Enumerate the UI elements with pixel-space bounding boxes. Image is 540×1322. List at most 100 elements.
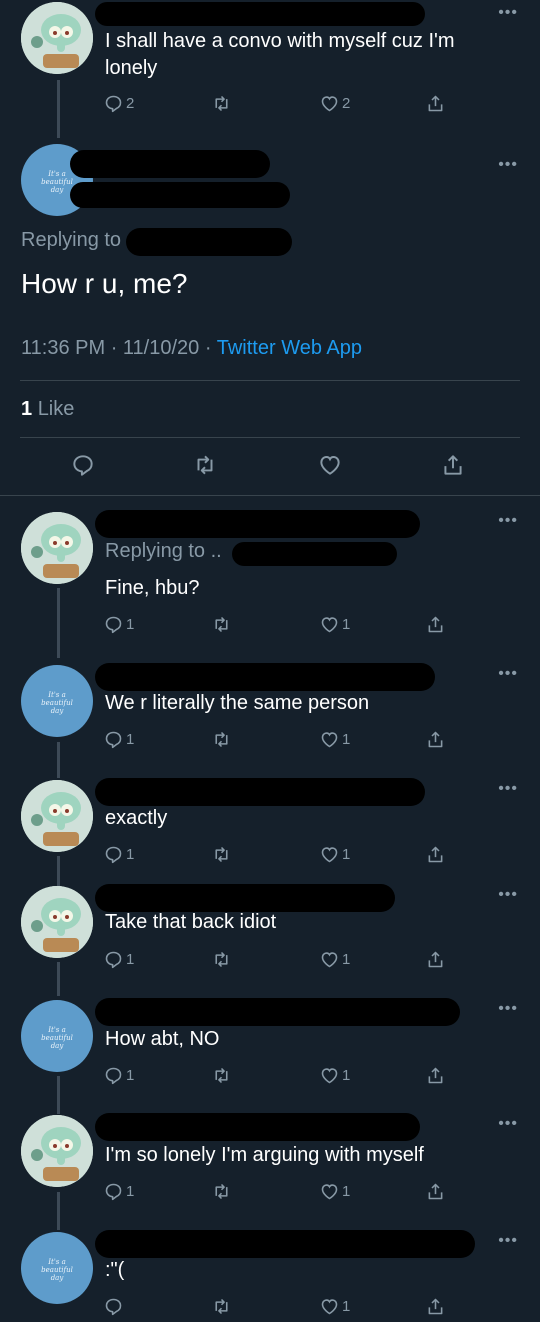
share-button[interactable] xyxy=(425,842,446,866)
more-icon[interactable]: ••• xyxy=(498,1116,518,1132)
more-icon[interactable]: ••• xyxy=(498,781,518,797)
share-icon xyxy=(428,1183,443,1199)
redacted-username xyxy=(95,884,395,912)
reply-icon xyxy=(105,1298,122,1315)
tweet-date: 11/10/20 xyxy=(122,337,200,359)
like-button[interactable]: 1 xyxy=(319,947,350,971)
retweet-icon xyxy=(215,1067,228,1083)
retweet-button[interactable] xyxy=(211,1179,234,1203)
like-button[interactable]: 1 xyxy=(319,612,350,636)
tweet-actions: 11 xyxy=(103,842,463,866)
reply-button[interactable]: 1 xyxy=(103,727,134,751)
avatar[interactable] xyxy=(21,886,93,958)
retweet-button[interactable] xyxy=(211,842,234,866)
retweet-icon xyxy=(215,731,228,747)
reply-button[interactable]: 1 xyxy=(103,612,134,636)
more-icon[interactable]: ••• xyxy=(498,513,518,529)
reply-icon xyxy=(105,1183,122,1200)
reply-button[interactable]: 1 xyxy=(103,947,134,971)
tweet-text: exactly xyxy=(105,807,168,829)
retweet-icon xyxy=(215,951,228,967)
more-icon[interactable]: ••• xyxy=(498,1001,518,1017)
share-button[interactable] xyxy=(425,947,446,971)
reply-icon xyxy=(105,616,122,633)
squidward-avatar-icon xyxy=(21,512,93,584)
like-button[interactable]: 2 xyxy=(319,91,350,115)
share-button[interactable] xyxy=(425,612,446,636)
replying-to-label: Replying to .. xyxy=(105,540,222,562)
like-icon xyxy=(321,731,338,747)
thread-line xyxy=(57,80,60,138)
reply-button[interactable] xyxy=(70,453,96,477)
more-icon[interactable]: ••• xyxy=(498,666,518,682)
avatar[interactable]: It's a beautiful day xyxy=(21,1000,93,1072)
like-count: 1 xyxy=(342,1297,351,1315)
tweet-actions: 11 xyxy=(103,1063,463,1087)
like-button[interactable]: 1 xyxy=(319,1179,350,1203)
reply-button[interactable]: 1 xyxy=(103,1063,134,1087)
thread-line xyxy=(57,856,60,886)
share-icon xyxy=(428,1067,443,1083)
share-button[interactable] xyxy=(425,1179,446,1203)
retweet-button[interactable] xyxy=(211,1294,234,1318)
redacted-mention xyxy=(232,542,397,566)
likes-stat[interactable]: 1 Like xyxy=(21,398,74,421)
like-icon xyxy=(320,456,340,475)
retweet-icon xyxy=(215,95,228,111)
like-count: 1 xyxy=(342,1066,351,1084)
share-button[interactable] xyxy=(425,1063,446,1087)
like-button[interactable]: 1 xyxy=(319,842,350,866)
divider xyxy=(20,437,520,438)
like-button[interactable]: 1 xyxy=(319,1294,350,1318)
retweet-button[interactable] xyxy=(211,947,234,971)
meta-separator: · xyxy=(204,337,212,359)
reply-button[interactable]: 1 xyxy=(103,842,134,866)
divider xyxy=(20,380,520,381)
avatar[interactable] xyxy=(21,1115,93,1187)
avatar[interactable] xyxy=(21,512,93,584)
more-icon[interactable]: ••• xyxy=(498,5,518,21)
retweet-button[interactable] xyxy=(211,612,234,636)
squidward-avatar-icon xyxy=(21,2,93,74)
like-count: 1 xyxy=(342,730,351,748)
more-icon[interactable]: ••• xyxy=(498,157,518,173)
reply-count: 1 xyxy=(126,1182,135,1200)
avatar-caption: It's a beautiful day xyxy=(41,1026,73,1050)
retweet-button[interactable] xyxy=(211,727,234,751)
redacted-username xyxy=(95,663,435,691)
avatar[interactable]: It's a beautiful day xyxy=(21,1232,93,1304)
tweet-source-link[interactable]: Twitter Web App xyxy=(217,337,362,359)
retweet-button[interactable] xyxy=(192,453,218,477)
tweet-actions: 1 xyxy=(103,1294,463,1318)
share-button[interactable] xyxy=(425,1294,446,1318)
reply-icon xyxy=(105,951,122,968)
reply-count: 1 xyxy=(126,730,135,748)
avatar[interactable] xyxy=(21,2,93,74)
more-icon[interactable]: ••• xyxy=(498,887,518,903)
like-icon xyxy=(321,1298,338,1314)
retweet-button[interactable] xyxy=(211,1063,234,1087)
avatar[interactable]: It's a beautiful day xyxy=(21,665,93,737)
reply-button[interactable] xyxy=(103,1294,126,1318)
replying-to-label: Replying to xyxy=(21,229,122,251)
likes-label: Like xyxy=(37,398,75,420)
main-tweet-text: How r u, me? xyxy=(21,268,188,299)
share-icon xyxy=(444,455,462,475)
share-button[interactable] xyxy=(425,727,446,751)
like-button[interactable] xyxy=(317,453,343,477)
thread-line xyxy=(57,1076,60,1114)
main-tweet-actions xyxy=(0,453,540,481)
like-button[interactable]: 1 xyxy=(319,1063,350,1087)
tweet-meta: 11:36 PM · 11/10/20 · Twitter Web App xyxy=(21,337,362,360)
reply-button[interactable]: 1 xyxy=(103,1179,134,1203)
retweet-button[interactable] xyxy=(211,91,234,115)
redacted-username xyxy=(95,998,460,1026)
tweet-time: 11:36 PM xyxy=(21,337,106,359)
more-icon[interactable]: ••• xyxy=(498,1233,518,1249)
share-button[interactable] xyxy=(425,91,446,115)
avatar[interactable] xyxy=(21,780,93,852)
reply-button[interactable]: 2 xyxy=(103,91,134,115)
share-button[interactable] xyxy=(440,453,466,477)
like-button[interactable]: 1 xyxy=(319,727,350,751)
share-icon xyxy=(428,1298,443,1314)
